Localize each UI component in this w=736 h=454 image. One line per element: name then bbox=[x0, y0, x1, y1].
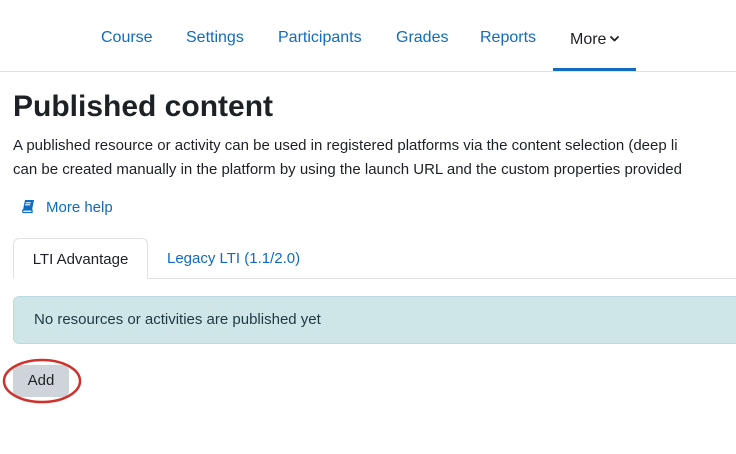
page-description: A published resource or activity can be … bbox=[13, 134, 682, 182]
nav-item-participants[interactable]: Participants bbox=[278, 29, 362, 47]
empty-state-alert: No resources or activities are published… bbox=[13, 296, 736, 344]
more-help-label: More help bbox=[46, 199, 113, 216]
nav-active-indicator bbox=[553, 68, 636, 71]
chevron-down-icon bbox=[610, 29, 620, 47]
nav-item-course[interactable]: Course bbox=[101, 29, 153, 47]
page: Course Settings Participants Grades Repo… bbox=[0, 0, 736, 454]
description-line-1: A published resource or activity can be … bbox=[13, 137, 678, 154]
nav-item-more[interactable]: More bbox=[570, 29, 620, 49]
description-line-2: can be created manually in the platform … bbox=[13, 161, 682, 178]
nav-item-reports[interactable]: Reports bbox=[480, 29, 536, 47]
page-title: Published content bbox=[13, 90, 274, 123]
tab-legacy-lti[interactable]: Legacy LTI (1.1/2.0) bbox=[167, 238, 300, 279]
nav-more-label: More bbox=[570, 31, 607, 48]
more-help-link[interactable]: More help bbox=[21, 199, 113, 218]
nav-item-grades[interactable]: Grades bbox=[396, 29, 448, 47]
nav-item-settings[interactable]: Settings bbox=[186, 29, 244, 47]
add-button[interactable]: Add bbox=[13, 365, 69, 397]
secondary-navigation: Course Settings Participants Grades Repo… bbox=[0, 0, 736, 72]
tab-lti-advantage[interactable]: LTI Advantage bbox=[13, 238, 148, 279]
book-icon bbox=[21, 199, 36, 218]
